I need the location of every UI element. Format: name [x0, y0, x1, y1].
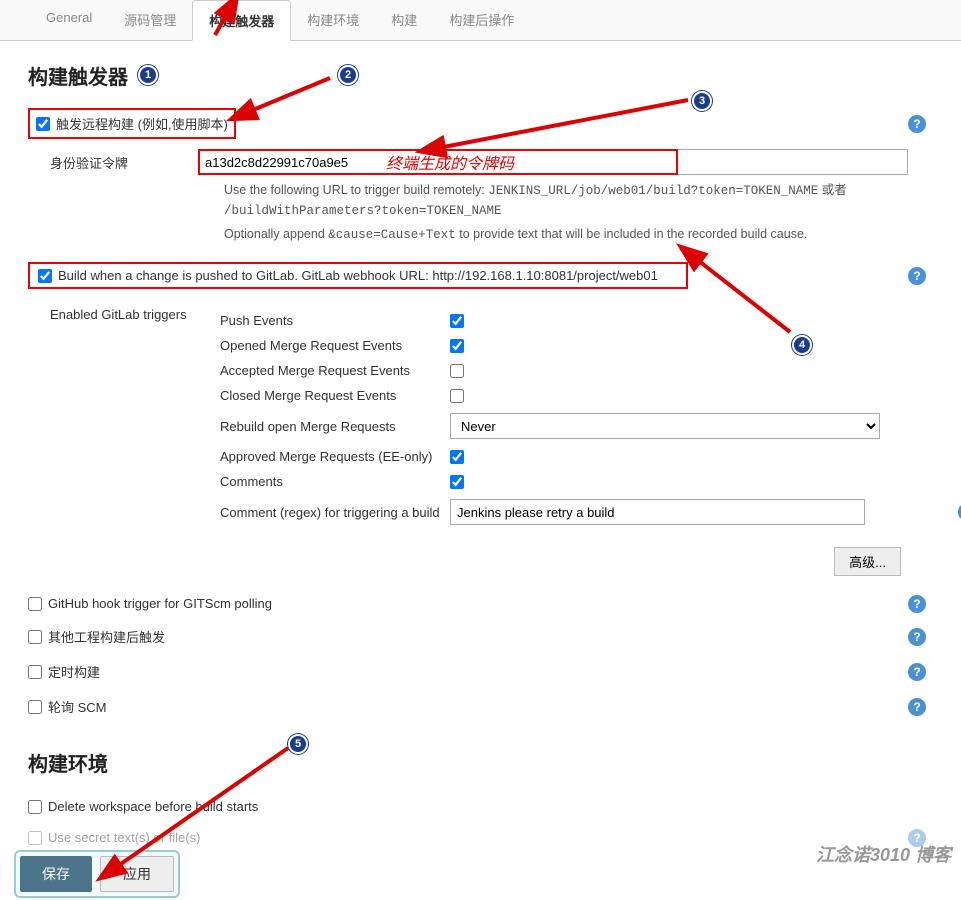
tab-env[interactable]: 构建环境	[291, 0, 375, 40]
tab-triggers[interactable]: 构建触发器	[192, 0, 291, 41]
poll-scm-checkbox[interactable]	[28, 700, 42, 714]
approved-mr-checkbox[interactable]	[450, 450, 464, 464]
enabled-triggers-label: Enabled GitLab triggers	[50, 303, 220, 322]
help-icon[interactable]: ?	[908, 267, 926, 285]
secret-checkbox[interactable]	[28, 831, 42, 845]
save-button[interactable]: 保存	[20, 856, 92, 892]
annotation-badge-4: 4	[792, 335, 812, 355]
watermark: 江念诺3010 博客	[816, 841, 951, 867]
comment-regex-label: Comment (regex) for triggering a build	[220, 505, 450, 520]
other-proj-label: 其他工程构建后触发	[48, 627, 165, 646]
auth-token-label: 身份验证令牌	[28, 149, 198, 172]
rebuild-mr-label: Rebuild open Merge Requests	[220, 419, 450, 434]
help-icon[interactable]: ?	[908, 595, 926, 613]
footer-buttons: 保存 应用	[14, 850, 180, 898]
help-icon[interactable]: ?	[908, 698, 926, 716]
rebuild-mr-select[interactable]: Never	[450, 413, 880, 439]
poll-scm-label: 轮询 SCM	[48, 697, 107, 716]
remote-trigger-help2: Optionally append &cause=Cause+Text to p…	[224, 225, 924, 245]
github-hook-label: GitHub hook trigger for GITScm polling	[48, 596, 272, 611]
secret-label: Use secret text(s) or file(s)	[48, 830, 200, 845]
gitlab-trigger-label: Build when a change is pushed to GitLab.…	[58, 268, 658, 283]
timed-build-label: 定时构建	[48, 662, 100, 681]
timed-build-checkbox[interactable]	[28, 665, 42, 679]
help-icon[interactable]: ?	[908, 115, 926, 133]
github-hook-checkbox[interactable]	[28, 597, 42, 611]
closed-mr-checkbox[interactable]	[450, 389, 464, 403]
push-events-label: Push Events	[220, 313, 450, 328]
annotation-badge-1: 1	[138, 65, 158, 85]
auth-token-input[interactable]	[198, 149, 908, 175]
annotation-badge-3: 3	[692, 91, 712, 111]
comment-regex-input[interactable]	[450, 499, 865, 525]
annotation-badge-5: 5	[288, 734, 308, 754]
opened-mr-checkbox[interactable]	[450, 339, 464, 353]
tab-post[interactable]: 构建后操作	[433, 0, 530, 40]
advanced-button[interactable]: 高级...	[834, 547, 901, 576]
remote-trigger-help1: Use the following URL to trigger build r…	[224, 181, 924, 221]
config-tabs: General 源码管理 构建触发器 构建环境 构建 构建后操作	[0, 0, 961, 41]
annotation-badge-2: 2	[338, 65, 358, 85]
apply-button[interactable]: 应用	[100, 856, 174, 892]
help-icon[interactable]: ?	[908, 663, 926, 681]
opened-mr-label: Opened Merge Request Events	[220, 338, 450, 353]
comments-checkbox[interactable]	[450, 475, 464, 489]
closed-mr-label: Closed Merge Request Events	[220, 388, 450, 403]
tab-general[interactable]: General	[30, 0, 108, 40]
section-triggers-title: 构建触发器	[28, 61, 941, 90]
comments-label: Comments	[220, 474, 450, 489]
help-icon[interactable]: ?	[908, 628, 926, 646]
other-proj-checkbox[interactable]	[28, 630, 42, 644]
approved-mr-label: Approved Merge Requests (EE-only)	[220, 449, 450, 464]
remote-trigger-checkbox[interactable]	[36, 117, 50, 131]
gitlab-trigger-checkbox[interactable]	[38, 269, 52, 283]
remote-trigger-label: 触发远程构建 (例如,使用脚本)	[56, 114, 228, 133]
delete-ws-checkbox[interactable]	[28, 800, 42, 814]
delete-ws-label: Delete workspace before build starts	[48, 799, 258, 814]
accepted-mr-label: Accepted Merge Request Events	[220, 363, 450, 378]
tab-scm[interactable]: 源码管理	[108, 0, 192, 40]
tab-build[interactable]: 构建	[375, 0, 433, 40]
accepted-mr-checkbox[interactable]	[450, 364, 464, 378]
section-env-title: 构建环境	[28, 748, 941, 777]
push-events-checkbox[interactable]	[450, 314, 464, 328]
